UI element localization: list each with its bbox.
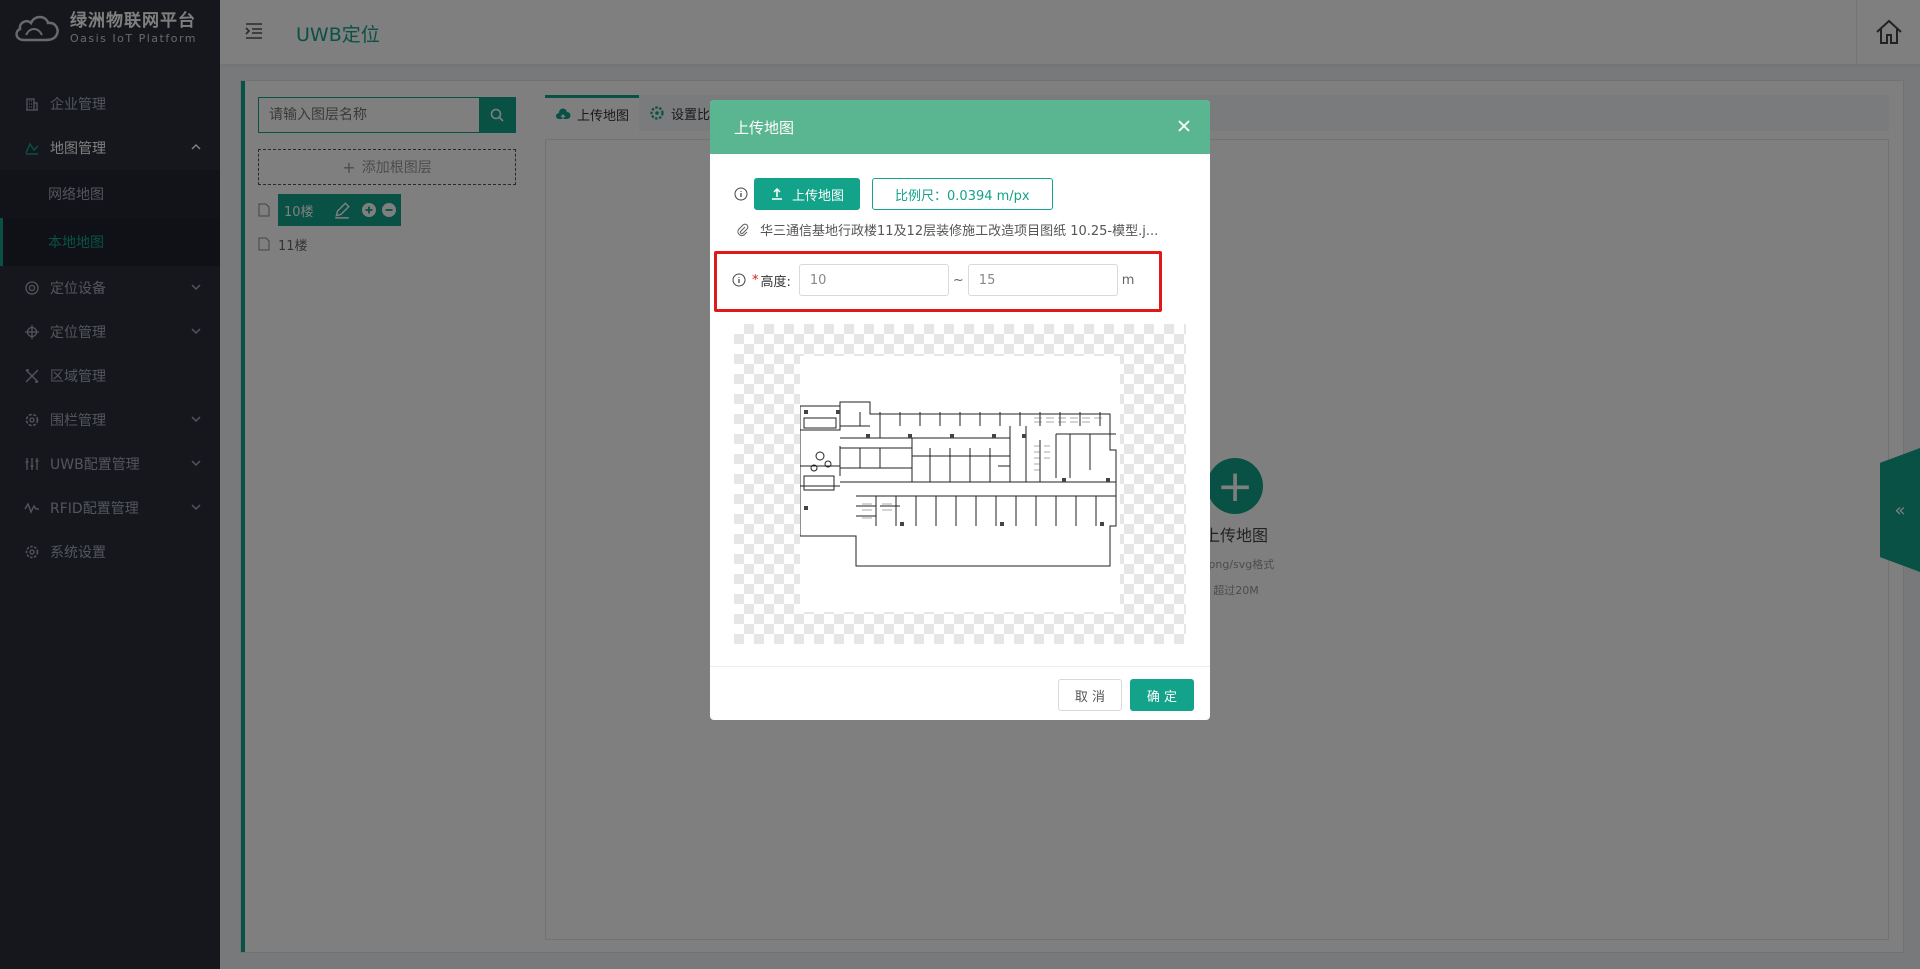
upload-map-button[interactable]: 上传地图 bbox=[754, 178, 861, 210]
paperclip-icon bbox=[737, 223, 749, 236]
floor-plan-image bbox=[799, 356, 1120, 612]
required-asterisk: * bbox=[752, 272, 759, 288]
info-icon bbox=[732, 273, 746, 287]
range-separator: ~ bbox=[952, 272, 964, 288]
map-preview bbox=[734, 324, 1186, 644]
height-label: 高度: bbox=[760, 274, 791, 290]
upload-icon bbox=[772, 187, 782, 200]
height-unit: m bbox=[1121, 272, 1135, 288]
scale-button[interactable]: 比例尺：0.0394 m/px bbox=[872, 178, 1053, 210]
upload-map-dialog: 上传地图 上传地图 比例尺：0.0394 m/px 华三通信基地行政楼11及12… bbox=[710, 100, 1210, 720]
dialog-header: 上传地图 bbox=[710, 100, 1210, 154]
height-field: * 高度: 10 ~ 15 m bbox=[732, 264, 1134, 296]
dialog-title: 上传地图 bbox=[734, 118, 795, 137]
close-icon[interactable] bbox=[1176, 118, 1192, 134]
cancel-button[interactable]: 取 消 bbox=[1058, 679, 1122, 711]
dialog-footer: 取 消 确 定 bbox=[710, 666, 1210, 720]
info-icon bbox=[734, 187, 748, 201]
upload-button-label: 上传地图 bbox=[792, 188, 845, 204]
height-min-input[interactable]: 10 bbox=[798, 264, 949, 296]
height-max-input[interactable]: 15 bbox=[967, 264, 1118, 296]
file-name: 华三通信基地行政楼11及12层装修施工改造项目图纸 10.25-模型.j... bbox=[760, 224, 1159, 239]
confirm-button[interactable]: 确 定 bbox=[1130, 679, 1194, 711]
upload-row: 上传地图 比例尺：0.0394 m/px bbox=[734, 178, 1053, 210]
attached-file: 华三通信基地行政楼11及12层装修施工改造项目图纸 10.25-模型.j... bbox=[736, 220, 1158, 239]
floor-plan-drawing bbox=[799, 401, 1117, 567]
scale-button-label: 比例尺：0.0394 m/px bbox=[895, 188, 1030, 204]
